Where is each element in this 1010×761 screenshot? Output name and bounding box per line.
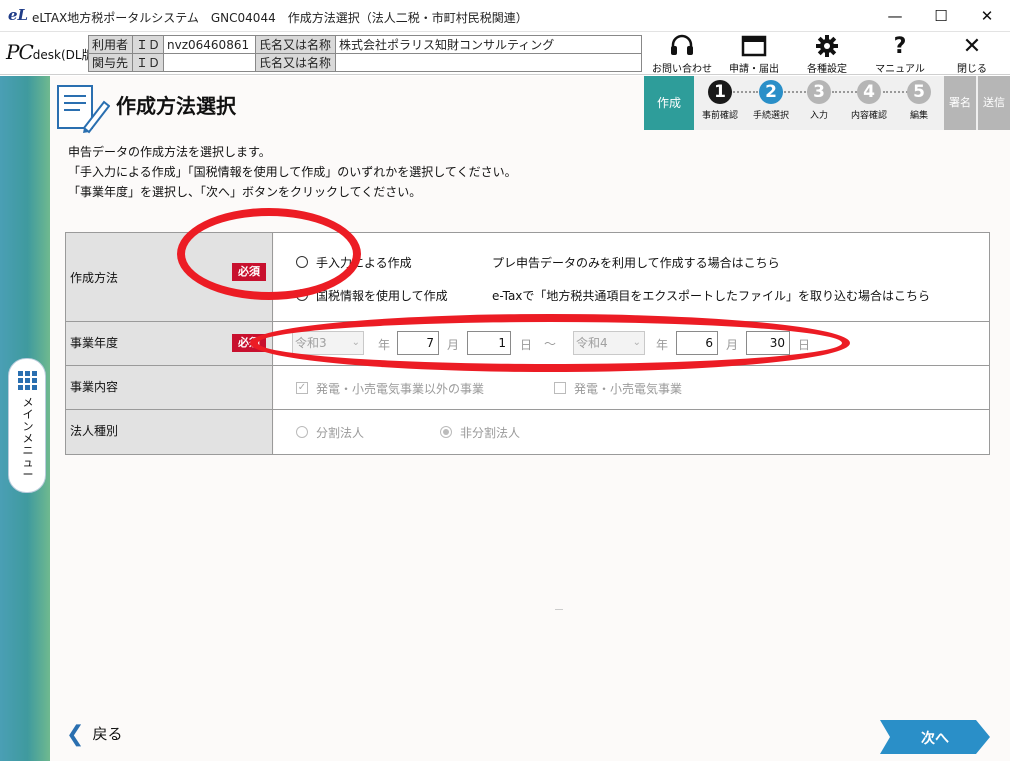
corp-undivided-label: 非分割法人 xyxy=(460,426,521,440)
required-badge: 必須 xyxy=(232,334,266,352)
instruction-line: 「事業年度」を選択し、「次へ」ボタンをクリックしてください。 xyxy=(68,185,422,199)
to-month-input[interactable]: 6 xyxy=(676,331,718,355)
headset-icon xyxy=(646,34,718,60)
checkmark-icon[interactable]: ✓ xyxy=(296,382,308,394)
window-title: eLTAX地方税ポータルシステム GNC04044 作成方法選択（法人二税・市町… xyxy=(32,11,528,25)
maximize-button[interactable]: ☐ xyxy=(918,0,964,32)
corp-type-row: 法人種別 分割法人 非分割法人 xyxy=(66,410,989,454)
to-day-input[interactable]: 30 xyxy=(746,331,790,355)
month-unit: 月 xyxy=(447,338,460,352)
method-manual-desc: プレ申告データのみを利用して作成する場合はこちら xyxy=(492,256,780,270)
divider xyxy=(555,609,563,610)
document-edit-icon xyxy=(54,80,111,134)
month-unit: 月 xyxy=(726,338,739,352)
main-menu-label: メインメニュー xyxy=(22,396,34,481)
chevron-left-icon: ❮ xyxy=(66,722,85,747)
main-content: 作成方法選択 作成 1 事前確認 2 手続選択 3 入力 4 内容確認 5 編集… xyxy=(50,76,1010,761)
related-name-value xyxy=(335,53,643,72)
user-label: 利用者 xyxy=(88,35,133,54)
fiscal-year-label: 事業年度 xyxy=(70,336,119,350)
method-label: 作成方法 xyxy=(70,271,119,285)
chevron-down-icon: ⌄ xyxy=(351,337,360,348)
back-button[interactable]: ❮ 戻る xyxy=(66,722,122,747)
instructions: 申告データの作成方法を選択します。 「手入力による作成」「国税情報を使用して作成… xyxy=(68,142,517,202)
method-national-radio[interactable] xyxy=(296,289,308,301)
page-title: 作成方法選択 xyxy=(116,94,236,118)
pcdesk-logo: PCdesk(DL版) xyxy=(6,40,99,64)
step-2: 2 手続選択 xyxy=(752,80,789,121)
instruction-line: 申告データの作成方法を選択します。 xyxy=(68,145,271,159)
step-4: 4 内容確認 xyxy=(850,80,887,121)
from-era-select[interactable]: 令和3 ⌄ xyxy=(292,331,364,355)
minimize-button[interactable]: — xyxy=(872,0,918,32)
step-send: 送信 xyxy=(978,76,1010,130)
name-label: 氏名又は名称 xyxy=(255,35,337,54)
related-id-value xyxy=(163,53,257,72)
fiscal-year-row: 事業年度 必須 令和3⌄ 年 7 月 1 日 ～ 令和4⌄ 年 6 月 30 xyxy=(66,322,989,366)
current-section-label: 作成 xyxy=(644,76,694,130)
window-icon xyxy=(722,34,786,60)
grid-menu-icon xyxy=(18,371,38,391)
app-header: PCdesk(DL版) 利用者 ＩＤ nvz06460861 氏名又は名称 株式… xyxy=(0,32,1010,75)
user-info-table: 利用者 ＩＤ nvz06460861 氏名又は名称 株式会社ポラリス知財コンサル… xyxy=(88,35,643,72)
method-manual-radio[interactable] xyxy=(296,256,308,268)
range-separator: ～ xyxy=(544,337,557,351)
business-power-label: 発電・小売電気事業 xyxy=(574,382,683,396)
corp-undivided-radio[interactable] xyxy=(440,426,452,438)
settings-button[interactable]: 各種設定 xyxy=(796,34,858,75)
user-id-value: nvz06460861 xyxy=(163,35,257,54)
corp-divided-label: 分割法人 xyxy=(316,426,365,440)
method-national-label[interactable]: 国税情報を使用して作成 xyxy=(316,287,448,304)
step-3: 3 入力 xyxy=(794,80,844,121)
method-manual-label[interactable]: 手入力による作成 xyxy=(316,254,412,271)
related-label: 関与先 xyxy=(88,53,133,72)
name-label: 氏名又は名称 xyxy=(255,53,337,72)
id-label: ＩＤ xyxy=(131,53,165,72)
manual-button[interactable]: ? マニュアル xyxy=(868,34,932,75)
corp-type-label: 法人種別 xyxy=(70,424,119,438)
from-day-input[interactable]: 1 xyxy=(467,331,511,355)
gear-icon xyxy=(796,34,858,60)
business-row: 事業内容 ✓ 発電・小売電気事業以外の事業 発電・小売電気事業 xyxy=(66,366,989,410)
eltax-logo-icon: eL xyxy=(8,6,29,24)
required-badge: 必須 xyxy=(232,263,266,281)
apply-button[interactable]: 申請・届出 xyxy=(722,34,786,75)
left-sidebar: メインメニュー xyxy=(0,76,50,761)
business-other-label: 発電・小売電気事業以外の事業 xyxy=(316,382,485,396)
step-sign: 署名 xyxy=(944,76,976,130)
from-month-input[interactable]: 7 xyxy=(397,331,439,355)
id-label: ＩＤ xyxy=(131,35,165,54)
main-menu-tab[interactable]: メインメニュー xyxy=(8,358,46,493)
year-unit: 年 xyxy=(378,338,391,352)
step-5: 5 編集 xyxy=(894,80,944,121)
day-unit: 日 xyxy=(798,338,811,352)
close-x-icon: ✕ xyxy=(962,34,982,59)
step-1: 1 事前確認 xyxy=(701,80,738,121)
next-button[interactable]: 次へ xyxy=(880,720,990,754)
window-close-button[interactable]: ✕ xyxy=(964,0,1010,32)
business-label: 事業内容 xyxy=(70,380,119,394)
question-icon: ? xyxy=(893,34,907,59)
chevron-down-icon: ⌄ xyxy=(632,337,641,348)
method-row: 作成方法 必須 手入力による作成 プレ申告データのみを利用して作成する場合はこち… xyxy=(66,233,989,322)
progress-steps: 作成 1 事前確認 2 手続選択 3 入力 4 内容確認 5 編集 署名 送信 xyxy=(644,76,1010,130)
user-name-value: 株式会社ポラリス知財コンサルティング xyxy=(335,35,643,54)
method-national-desc: e-Taxで「地方税共通項目をエクスポートしたファイル」を取り込む場合はこちら xyxy=(492,289,931,303)
contact-button[interactable]: お問い合わせ xyxy=(646,34,718,75)
day-unit: 日 xyxy=(520,338,533,352)
business-power-checkbox[interactable] xyxy=(554,382,566,394)
to-era-select[interactable]: 令和4 ⌄ xyxy=(573,331,645,355)
input-form: 作成方法 必須 手入力による作成 プレ申告データのみを利用して作成する場合はこち… xyxy=(65,232,990,455)
window-titlebar: eL eLTAX地方税ポータルシステム GNC04044 作成方法選択（法人二税… xyxy=(0,0,1010,32)
close-app-button[interactable]: ✕ 閉じる xyxy=(944,34,1000,75)
year-unit: 年 xyxy=(656,338,669,352)
instruction-line: 「手入力による作成」「国税情報を使用して作成」のいずれかを選択してください。 xyxy=(68,165,517,179)
corp-divided-radio[interactable] xyxy=(296,426,308,438)
